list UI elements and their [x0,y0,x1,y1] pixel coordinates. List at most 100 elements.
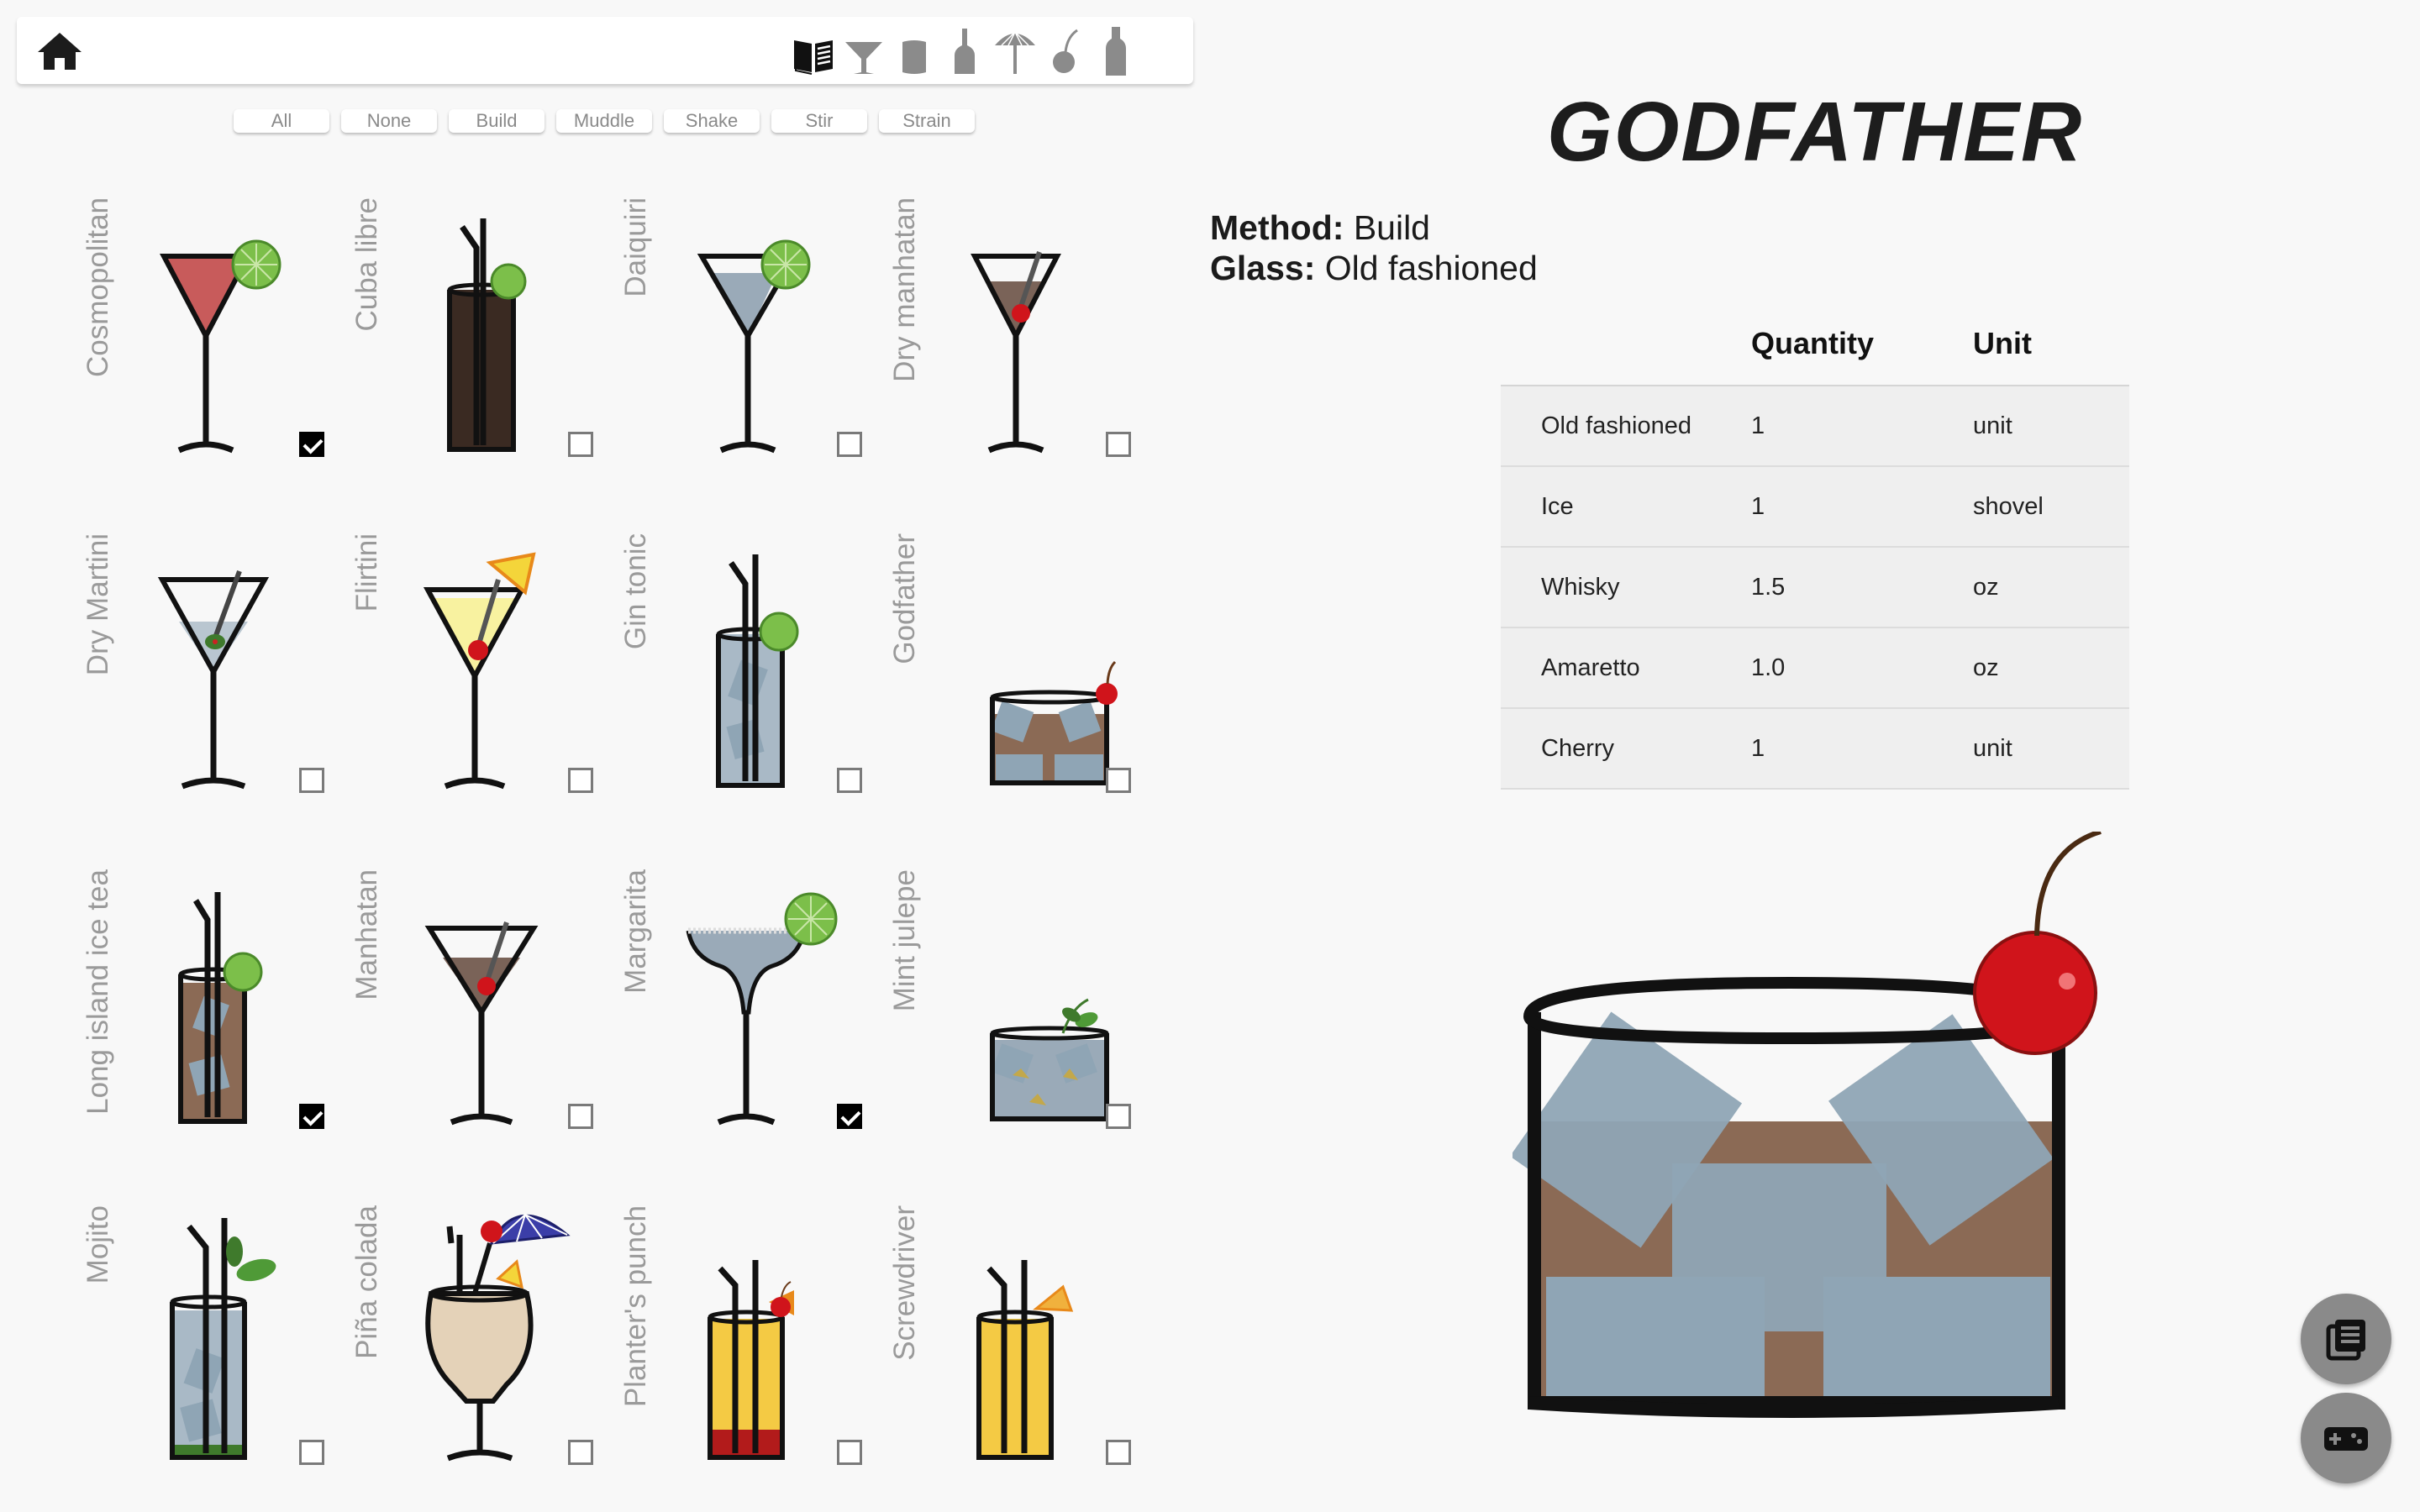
cocktail-tile-manhatan[interactable]: Manhatan [350,869,605,1151]
cocktail-checkbox[interactable] [299,432,324,457]
cocktail-tile-planters-punch[interactable]: Planter's punch [619,1205,874,1487]
ingredient-name: Ice [1501,466,1751,548]
cocktail-tile-cuba-libre[interactable]: Cuba libre [350,197,605,479]
cocktail-checkbox[interactable] [568,768,593,793]
cocktail-tile-gin-tonic[interactable]: Gin tonic [619,533,874,815]
filter-shake-button[interactable]: Shake [664,109,760,133]
ingredients-table: Quantity Unit Old fashioned 1 unit Ice 1… [1501,302,2129,790]
cocktail-name: Flirtini [350,533,383,612]
column-header-ingredient [1501,302,1751,386]
cocktail-tile-pina-colada[interactable]: Piña colada [350,1205,605,1487]
cocktail-name: Cuba libre [350,197,383,332]
cocktail-name: Manhatan [350,869,383,1000]
ingredient-quantity: 1 [1751,708,1973,790]
ingredient-unit: unit [1973,708,2129,790]
column-header-quantity: Quantity [1751,302,1973,386]
home-icon[interactable] [35,30,84,72]
ingredient-name: Old fashioned [1501,386,1751,467]
filter-stir-button[interactable]: Stir [771,109,867,133]
filter-muddle-button[interactable]: Muddle [556,109,652,133]
filter-build-button[interactable]: Build [449,109,544,133]
cocktail-checkbox[interactable] [568,432,593,457]
cocktail-tile-mint-julepe[interactable]: Mint julepe [888,869,1143,1151]
game-mode-button[interactable] [2301,1393,2391,1483]
cocktail-name: Dry manhatan [888,197,921,382]
cocktail-tile-daiquiri[interactable]: Daiquiri [619,197,874,479]
top-toolbar [17,17,1193,84]
table-row: Old fashioned 1 unit [1501,386,2129,467]
ingredient-quantity: 1 [1751,386,1973,467]
bottle-small-icon[interactable] [943,25,986,77]
cocktail-name: Dry Martini [82,533,114,676]
ingredient-unit: oz [1973,627,2129,709]
cocktail-glass-icon[interactable] [842,25,886,77]
method-label: Method: [1210,208,1344,247]
cocktail-checkbox[interactable] [1106,1440,1131,1465]
cocktail-tile-dry-manhatan[interactable]: Dry manhatan [888,197,1143,479]
cocktail-checkbox[interactable] [1106,432,1131,457]
method-filter-bar: All None Build Muddle Shake Stir Strain [234,109,975,133]
table-row: Amaretto 1.0 oz [1501,627,2129,709]
tumbler-glass-icon[interactable] [892,25,936,77]
table-row: Ice 1 shovel [1501,466,2129,548]
ingredient-quantity: 1.5 [1751,547,1973,628]
glass-line: Glass: Old fashioned [1210,249,1538,288]
ingredient-name: Cherry [1501,708,1751,790]
cocktail-checkbox[interactable] [299,1440,324,1465]
cocktail-tile-cosmopolitan[interactable]: Cosmopolitan [82,197,336,479]
cocktail-name: Screwdriver [888,1205,921,1361]
cocktail-name: Planter's punch [619,1205,652,1408]
table-row: Cherry 1 unit [1501,708,2129,790]
cocktail-checkbox[interactable] [1106,768,1131,793]
bottle-icon[interactable] [1094,25,1138,77]
cocktail-name: Margarita [619,869,652,994]
column-header-unit: Unit [1973,302,2129,386]
cocktail-tile-dry-martini[interactable]: Dry Martini [82,533,336,815]
cocktail-tile-long-island-ice-tea[interactable]: Long island ice tea [82,869,336,1151]
method-value: Build [1353,208,1430,247]
cocktail-checkbox[interactable] [1106,1104,1131,1129]
ingredient-quantity: 1.0 [1751,627,1973,709]
cocktail-name: Mojito [82,1205,114,1284]
ingredient-name: Whisky [1501,547,1751,628]
filter-all-button[interactable]: All [234,109,329,133]
category-filter-icons [792,25,1138,77]
cocktail-name: Piña colada [350,1205,383,1359]
cocktail-checkbox[interactable] [837,432,862,457]
cocktail-detail-title: GODFATHER [1546,85,2084,179]
filter-strain-button[interactable]: Strain [879,109,975,133]
cocktail-name: Long island ice tea [82,869,114,1115]
cocktail-checkbox[interactable] [568,1104,593,1129]
cocktail-tile-screwdriver[interactable]: Screwdriver [888,1205,1143,1487]
cocktail-name: Mint julepe [888,869,921,1012]
ingredient-quantity: 1 [1751,466,1973,548]
cocktail-checkbox[interactable] [568,1440,593,1465]
cocktail-tile-flirtini[interactable]: Flirtini [350,533,605,815]
cocktail-name: Gin tonic [619,533,652,650]
cocktail-name: Godfather [888,533,921,664]
recipe-book-icon[interactable] [792,25,835,77]
cocktail-tile-godfather[interactable]: Godfather [888,533,1143,815]
cocktail-checkbox[interactable] [299,768,324,793]
godfather-illustration [1509,829,2118,1420]
method-line: Method: Build [1210,208,1430,248]
ingredient-unit: oz [1973,547,2129,628]
cocktail-checkbox[interactable] [837,1440,862,1465]
cocktail-checkbox[interactable] [837,1104,862,1129]
ingredient-name: Amaretto [1501,627,1751,709]
gamepad-icon [2324,1427,2368,1451]
umbrella-icon[interactable] [993,25,1037,77]
cocktail-name: Daiquiri [619,197,652,297]
ingredient-unit: shovel [1973,466,2129,548]
cocktail-tile-margarita[interactable]: Margarita [619,869,874,1151]
cocktail-tile-mojito[interactable]: Mojito [82,1205,336,1487]
glass-label: Glass: [1210,249,1316,287]
filter-none-button[interactable]: None [341,109,437,133]
cocktail-checkbox[interactable] [837,768,862,793]
list-icon [2326,1320,2365,1361]
cherry-icon[interactable] [1044,25,1087,77]
cocktail-checkbox[interactable] [299,1104,324,1129]
table-header-row: Quantity Unit [1501,302,2129,386]
ingredient-unit: unit [1973,386,2129,467]
recipe-list-button[interactable] [2301,1294,2391,1384]
